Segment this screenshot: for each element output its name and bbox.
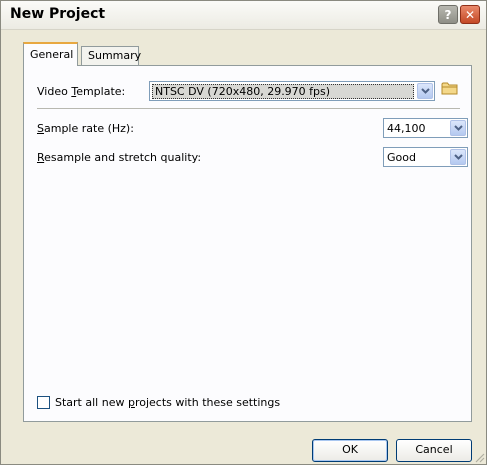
- close-button[interactable]: ✕: [460, 5, 480, 24]
- chevron-down-icon[interactable]: [417, 83, 433, 99]
- help-icon: ?: [444, 7, 452, 22]
- ok-button[interactable]: OK: [312, 439, 388, 462]
- title-bar[interactable]: New Project ? ✕: [1, 1, 486, 30]
- sample-rate-label: Sample rate (Hz):: [37, 122, 134, 135]
- tab-summary[interactable]: Summary: [81, 46, 142, 66]
- close-icon: ✕: [464, 7, 476, 22]
- resize-grip-icon[interactable]: [473, 451, 485, 463]
- tab-general[interactable]: General: [23, 42, 78, 66]
- sample-rate-select[interactable]: 44,100: [383, 118, 468, 138]
- video-template-value: NTSC DV (720x480, 29.970 fps): [152, 84, 414, 99]
- start-settings-checkbox[interactable]: [37, 396, 50, 409]
- window-title: New Project: [10, 6, 106, 22]
- sample-rate-value: 44,100: [387, 122, 426, 135]
- separator: [37, 108, 460, 109]
- start-settings-label[interactable]: Start all new projects with these settin…: [55, 396, 280, 409]
- help-button[interactable]: ?: [438, 5, 458, 24]
- tab-general-label: General: [30, 48, 74, 61]
- new-project-dialog: New Project ? ✕ Summary General Video Te…: [0, 0, 487, 465]
- video-template-select[interactable]: NTSC DV (720x480, 29.970 fps): [149, 81, 435, 101]
- folder-icon[interactable]: [441, 81, 459, 96]
- chevron-down-icon[interactable]: [450, 149, 466, 165]
- chevron-down-icon[interactable]: [450, 120, 466, 136]
- video-template-label: Video Template:: [37, 85, 126, 98]
- resample-quality-label: Resample and stretch quality:: [37, 151, 202, 164]
- cancel-button[interactable]: Cancel: [396, 439, 472, 462]
- resample-quality-select[interactable]: Good: [383, 147, 468, 167]
- resample-quality-value: Good: [387, 151, 416, 164]
- tab-summary-label: Summary: [88, 49, 142, 62]
